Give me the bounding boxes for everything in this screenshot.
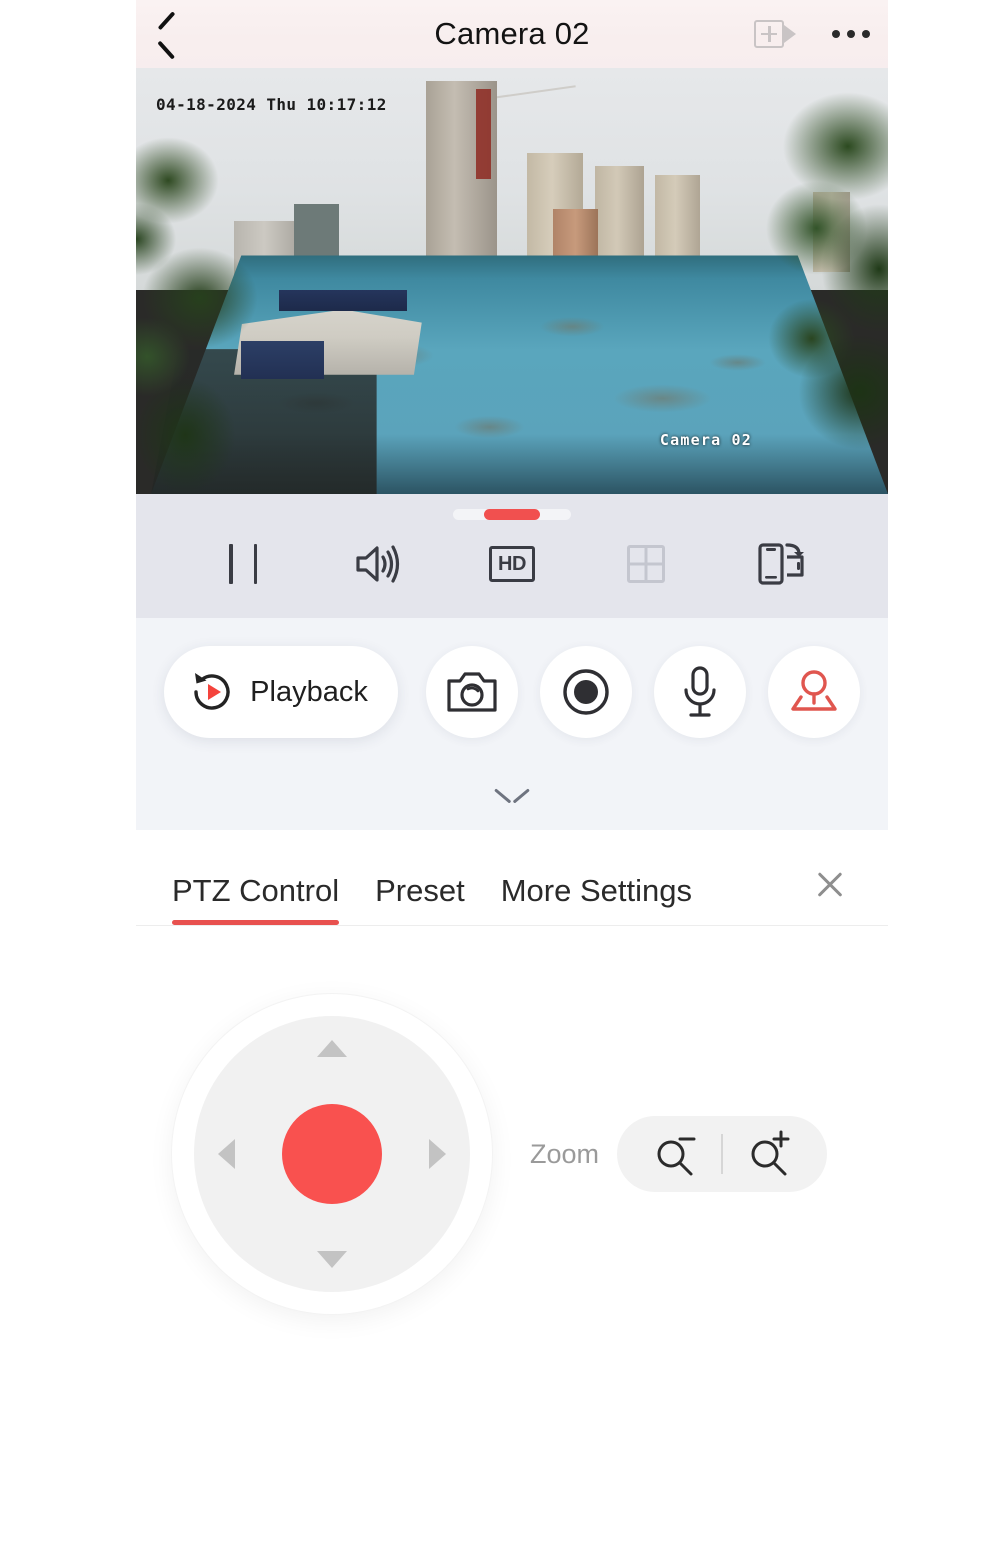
ptz-joystick[interactable]	[172, 994, 492, 1314]
header-actions	[754, 0, 874, 68]
playback-label: Playback	[250, 675, 368, 708]
tab-ptz-control[interactable]: PTZ Control	[172, 873, 340, 925]
arrow-down-icon[interactable]	[317, 1251, 347, 1268]
zoom-control: Zoom	[530, 1116, 827, 1192]
microphone-icon	[684, 666, 716, 717]
zoom-button-group	[617, 1116, 827, 1192]
app-header: Camera 02	[136, 0, 888, 68]
tree-cluster-left	[136, 102, 337, 494]
ptz-button[interactable]	[767, 646, 860, 738]
magnifier-plus-icon	[751, 1130, 790, 1176]
pause-button[interactable]	[211, 532, 275, 596]
control-panel: PTZ Control Preset More Settings Zoom	[136, 830, 888, 1563]
speaker-icon	[355, 545, 399, 583]
ptz-control-area: Zoom	[136, 926, 888, 1314]
record-button[interactable]	[539, 646, 632, 738]
tower-signage	[475, 88, 492, 179]
stream-progress-fill	[484, 509, 540, 520]
ptz-person-icon	[791, 670, 837, 711]
magnifier-minus-icon	[657, 1137, 696, 1176]
quick-actions-row: Playback	[136, 646, 888, 738]
dot-1	[832, 30, 840, 38]
video-timestamp: 04-18-2024 Thu 10:17:12	[156, 95, 387, 114]
panel-tabs: PTZ Control Preset More Settings	[136, 830, 888, 926]
collapse-panel-button[interactable]	[495, 786, 529, 804]
camera-live-view-screen: Camera 02 04-18-2024 Thu 10:17:12 Camera…	[136, 0, 888, 1563]
video-watermark: Camera 02	[659, 431, 752, 449]
tab-preset[interactable]: Preset	[375, 873, 465, 925]
stream-progress-bar[interactable]	[453, 509, 571, 520]
zoom-in-button[interactable]	[723, 1116, 815, 1192]
quality-button[interactable]: HD	[480, 532, 544, 596]
rotate-screen-icon	[758, 543, 804, 585]
zoom-out-button[interactable]	[629, 1116, 721, 1192]
zoom-label: Zoom	[530, 1138, 600, 1169]
record-circle-icon	[563, 669, 609, 715]
quick-actions-bar: Playback	[136, 618, 888, 830]
add-camera-icon[interactable]	[754, 17, 798, 51]
ptz-joystick-knob[interactable]	[282, 1104, 382, 1204]
volume-button[interactable]	[346, 532, 410, 596]
pause-icon	[229, 544, 258, 584]
microphone-button[interactable]	[653, 646, 746, 738]
playback-replay-icon	[194, 673, 230, 710]
rotate-screen-button[interactable]	[749, 532, 813, 596]
add-camera-lens	[784, 25, 796, 43]
close-icon[interactable]	[812, 867, 848, 903]
arrow-up-icon[interactable]	[317, 1040, 347, 1057]
ptz-joystick-track	[194, 1016, 470, 1292]
split-screen-button[interactable]	[614, 532, 678, 596]
grid-four-icon	[627, 545, 666, 583]
camera-icon	[447, 672, 497, 712]
playback-button[interactable]: Playback	[164, 646, 398, 738]
dot-3	[862, 30, 870, 38]
more-options-icon[interactable]	[828, 20, 874, 48]
dot-2	[847, 30, 855, 38]
arrow-right-icon[interactable]	[429, 1139, 446, 1169]
arrow-left-icon[interactable]	[218, 1139, 235, 1169]
add-camera-plus-h	[761, 32, 777, 36]
video-stream[interactable]: 04-18-2024 Thu 10:17:12 Camera 02	[136, 68, 888, 494]
snapshot-button[interactable]	[425, 646, 518, 738]
stream-toolbar: HD	[136, 494, 888, 618]
stream-toolbar-buttons: HD	[136, 520, 888, 608]
hd-icon: HD	[488, 546, 535, 582]
tab-more-settings[interactable]: More Settings	[501, 873, 692, 925]
